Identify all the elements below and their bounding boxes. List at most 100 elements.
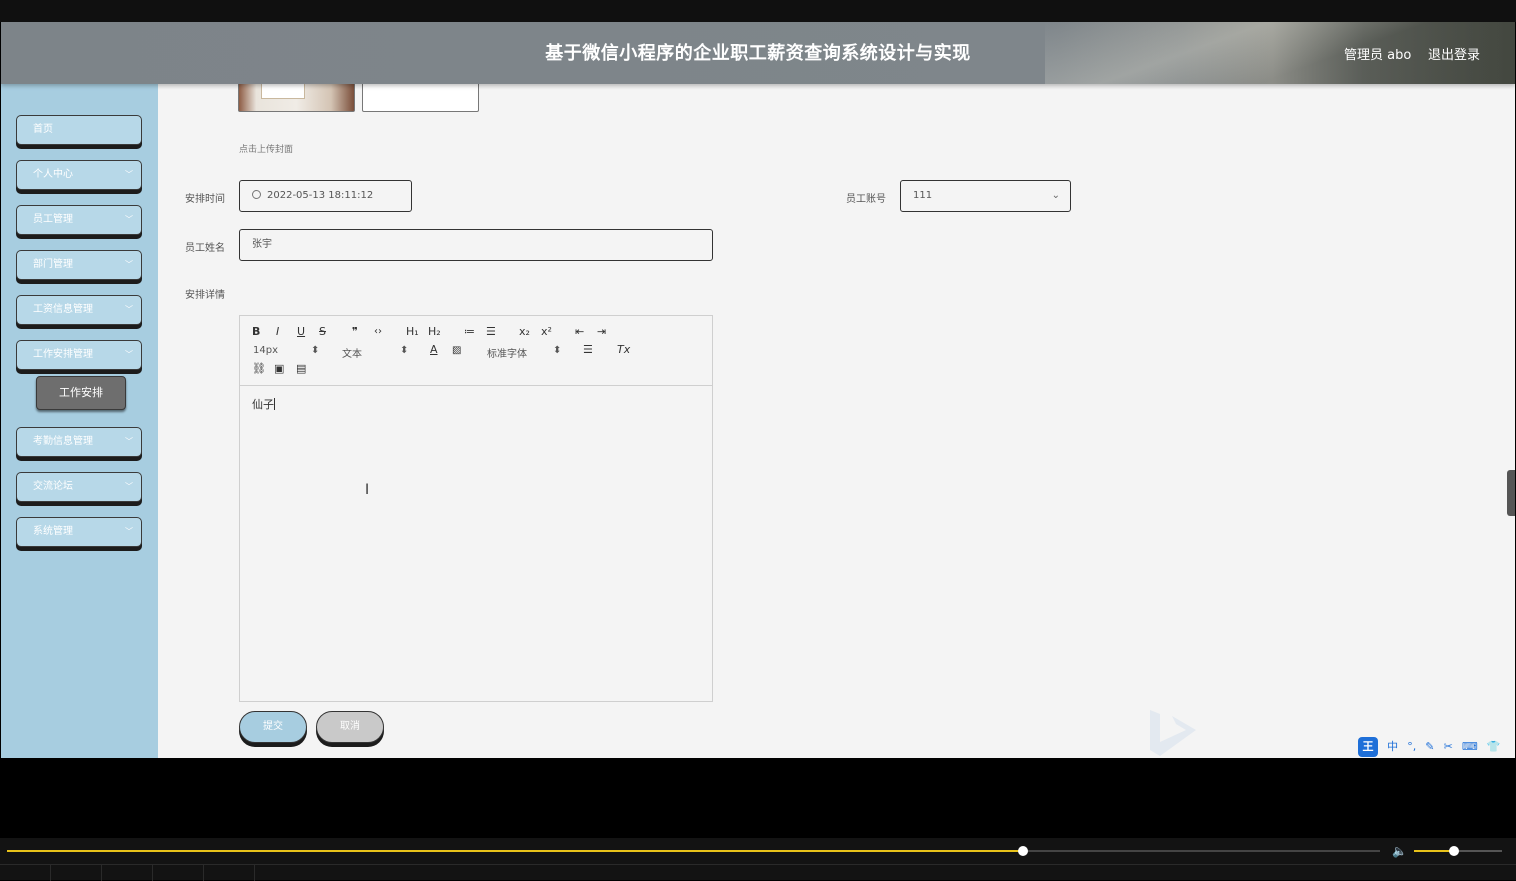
chevron-down-icon: ﹀ (125, 527, 133, 536)
image-icon[interactable]: ▣ (274, 362, 284, 375)
indent-icon[interactable]: ⇥ (597, 325, 606, 338)
video-player-bar: 🔈 (0, 838, 1516, 881)
progress-track[interactable] (7, 846, 1380, 856)
employee-account-select[interactable]: 111 ⌄ (900, 180, 1071, 212)
progress-fill (7, 850, 1024, 852)
chevron-down-icon: ﹀ (125, 170, 133, 179)
schedule-time-value: 2022-05-13 18:11:12 (267, 190, 374, 201)
ime-skin-icon[interactable]: 👕 (1487, 740, 1501, 753)
ime-scissors-icon[interactable]: ✂ (1444, 740, 1453, 753)
ime-pen-icon[interactable]: ✎ (1425, 740, 1434, 753)
strikethrough-icon[interactable]: S (319, 325, 326, 338)
cancel-button[interactable]: 取消 (316, 711, 384, 743)
volume-icon[interactable]: 🔈 (1392, 844, 1407, 858)
volume-track[interactable] (1414, 846, 1502, 856)
ime-punct-icon[interactable]: °, (1407, 740, 1416, 753)
block-type-arrows-icon: ⬍ (400, 345, 409, 356)
sidebar-item-departments[interactable]: 部门管理 ﹀ (16, 250, 142, 280)
sidebar-item-system[interactable]: 系统管理 ﹀ (16, 517, 142, 547)
sidebar-item-employees[interactable]: 员工管理 ﹀ (16, 205, 142, 235)
sidebar-item-label: 系统管理 (33, 526, 73, 537)
sidebar-item-personal[interactable]: 个人中心 ﹀ (16, 160, 142, 190)
employee-name-label: 员工姓名 (185, 243, 225, 254)
app-window: 基于微信小程序的企业职工薪资查询系统设计与实现 管理员 abo 退出登录 首页 … (1, 22, 1515, 758)
clock-icon (252, 190, 261, 199)
chevron-down-icon: ﹀ (125, 215, 133, 224)
progress-knob[interactable] (1018, 846, 1029, 856)
schedule-time-label: 安排时间 (185, 194, 225, 205)
page-title: 基于微信小程序的企业职工薪资查询系统设计与实现 (545, 43, 971, 64)
volume-fill (1414, 850, 1454, 852)
sidebar-item-attendance[interactable]: 考勤信息管理 ﹀ (16, 427, 142, 457)
editor-content-text: 仙子 (252, 398, 274, 411)
align-left-icon[interactable]: ☰ (583, 343, 593, 356)
background-color-icon[interactable]: ▨ (452, 345, 461, 356)
employee-account-value: 111 (913, 190, 933, 201)
font-family-arrows-icon: ⬍ (553, 345, 562, 356)
sidebar-item-work-schedule[interactable]: 工作安排管理 ﹀ (16, 340, 142, 370)
sidebar-item-label: 首页 (33, 124, 53, 135)
side-scroll-tab[interactable] (1507, 470, 1515, 516)
separator (203, 865, 204, 881)
clear-format-icon[interactable]: Tx (617, 343, 630, 356)
sidebar-item-label: 工作安排管理 (33, 349, 93, 360)
text-caret (274, 398, 275, 410)
sidebar-subitem-work-schedule[interactable]: 工作安排 (36, 376, 126, 410)
chevron-down-icon: ﹀ (125, 350, 133, 359)
ordered-list-icon[interactable]: ≔ (464, 325, 475, 338)
font-size-select[interactable]: 14px (253, 345, 278, 356)
ime-logo-icon[interactable]: 王 (1358, 737, 1378, 757)
text-cursor-icon: I (365, 482, 370, 498)
current-user: 管理员 abo (1344, 48, 1412, 63)
logout-link[interactable]: 退出登录 (1428, 44, 1480, 63)
employee-account-label: 员工账号 (846, 194, 886, 205)
heading2-icon[interactable]: H₂ (428, 325, 441, 338)
sidebar-item-label: 考勤信息管理 (33, 436, 93, 447)
sidebar-item-home[interactable]: 首页 (16, 115, 142, 145)
employee-name-input[interactable]: 张宇 (239, 229, 713, 261)
screen: 基于微信小程序的企业职工薪资查询系统设计与实现 管理员 abo 退出登录 首页 … (0, 0, 1516, 881)
chevron-down-icon: ﹀ (125, 305, 133, 314)
separator (101, 865, 102, 881)
outdent-icon[interactable]: ⇤ (575, 325, 584, 338)
volume-knob[interactable] (1448, 846, 1459, 856)
window-top-strip (0, 0, 1516, 22)
bullet-list-icon[interactable]: ☰ (486, 325, 496, 338)
rich-text-editor[interactable]: B I U S ❞ ‹› H₁ H₂ ≔ ☰ x₂ x² ⇤ ⇥ 14px ⬍ (239, 315, 713, 702)
subscript-icon[interactable]: x₂ (519, 325, 530, 338)
chevron-down-icon: ⌄ (1051, 190, 1060, 201)
ime-toolbar[interactable]: 王 中 °, ✎ ✂ ⌨ 👕 ⚙ (1358, 735, 1514, 757)
main-content: 点击上传封面 安排时间 2022-05-13 18:11:12 员工账号 111… (158, 74, 1515, 758)
ime-keyboard-icon[interactable]: ⌨ (1462, 740, 1478, 753)
font-color-icon[interactable]: A (430, 343, 438, 356)
separator (152, 865, 153, 881)
editor-toolbar: B I U S ❞ ‹› H₁ H₂ ≔ ☰ x₂ x² ⇤ ⇥ 14px ⬍ (240, 316, 712, 386)
separator (254, 865, 255, 881)
superscript-icon[interactable]: x² (541, 325, 552, 338)
block-type-select[interactable]: 文本 (342, 345, 362, 360)
ime-mode-icon[interactable]: 中 (1387, 738, 1398, 754)
separator (50, 865, 51, 881)
heading1-icon[interactable]: H₁ (406, 325, 419, 338)
details-label: 安排详情 (185, 290, 225, 301)
font-family-select[interactable]: 标准字体 (487, 345, 527, 360)
bold-icon[interactable]: B (252, 325, 260, 338)
sidebar-item-forum[interactable]: 交流论坛 ﹀ (16, 472, 142, 502)
sidebar-item-label: 部门管理 (33, 259, 73, 270)
sidebar-item-salary[interactable]: 工资信息管理 ﹀ (16, 295, 142, 325)
underline-icon[interactable]: U (297, 325, 305, 338)
submit-button[interactable]: 提交 (239, 711, 307, 743)
sidebar-item-label: 工资信息管理 (33, 304, 93, 315)
code-icon[interactable]: ‹› (374, 326, 382, 337)
header: 基于微信小程序的企业职工薪资查询系统设计与实现 管理员 abo 退出登录 (1, 22, 1515, 84)
schedule-time-input[interactable]: 2022-05-13 18:11:12 (239, 180, 412, 212)
bing-watermark-icon (1150, 710, 1196, 756)
editor-content[interactable]: 仙子 (252, 396, 275, 412)
chevron-down-icon: ﹀ (125, 437, 133, 446)
player-controls-strip (0, 864, 1516, 881)
blockquote-icon[interactable]: ❞ (352, 325, 358, 338)
italic-icon[interactable]: I (276, 325, 279, 338)
link-icon[interactable]: ⛓ (252, 362, 266, 375)
video-icon[interactable]: ▤ (296, 362, 306, 375)
sidebar-item-label: 个人中心 (33, 169, 73, 180)
